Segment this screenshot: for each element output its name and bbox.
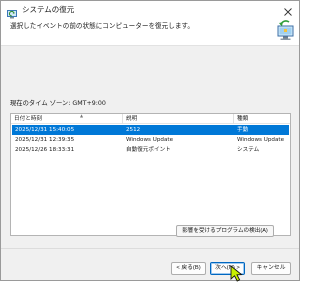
close-button[interactable]: [277, 1, 299, 19]
title-bar: システムの復元: [1, 1, 299, 19]
column-separator[interactable]: [233, 114, 234, 124]
system-restore-window: システムの復元 選択したイベントの前の状態にコンピューターを復元します。 現在の…: [0, 0, 300, 282]
row-description: 2512: [126, 127, 141, 133]
table-row[interactable]: 2025/12/26 18:33:31 自動復元ポイント システム: [12, 145, 289, 155]
row-description: Windows Update: [126, 137, 174, 143]
column-header-datetime[interactable]: 日付と時刻: [14, 115, 42, 123]
cancel-button[interactable]: キャンセル: [251, 262, 291, 275]
scan-affected-programs-button[interactable]: 影響を受けるプログラムの検出(A): [176, 225, 274, 237]
column-header-type[interactable]: 種類: [237, 115, 248, 123]
row-datetime: 2025/12/31 12:39:35: [15, 137, 75, 143]
system-restore-icon: [7, 5, 18, 19]
list-header: 日付と時刻 ▲ 説明 種類: [11, 113, 290, 124]
column-separator[interactable]: [122, 114, 123, 124]
column-header-description[interactable]: 説明: [126, 115, 137, 123]
row-datetime: 2025/12/26 18:33:31: [15, 147, 75, 153]
row-datetime: 2025/12/31 15:40:05: [15, 127, 75, 133]
window-title: システムの復元: [22, 5, 75, 14]
timezone-label: 現在のタイム ゾーン: GMT+9:00: [10, 100, 106, 107]
row-type: 手動: [237, 127, 249, 133]
row-type: システム: [237, 147, 260, 153]
footer-divider: [1, 248, 299, 249]
close-icon: [284, 1, 292, 20]
restore-point-list[interactable]: 日付と時刻 ▲ 説明 種類 2025/12/31 15:40:05 2512 手…: [10, 113, 291, 236]
header-panel: 選択したイベントの前の状態にコンピューターを復元します。: [1, 19, 299, 46]
instruction-text: 選択したイベントの前の状態にコンピューターを復元します。: [10, 22, 194, 30]
mouse-pointer-icon: [230, 265, 248, 282]
table-row[interactable]: 2025/12/31 15:40:05 2512 手動: [12, 125, 289, 135]
back-button[interactable]: < 戻る(B): [171, 262, 206, 275]
table-row[interactable]: 2025/12/31 12:39:35 Windows Update Windo…: [12, 135, 289, 145]
computer-restore-icon: [276, 20, 295, 42]
row-description: 自動復元ポイント: [126, 147, 171, 153]
sort-ascending-icon: ▲: [80, 113, 84, 118]
row-type: Windows Update: [237, 137, 285, 143]
